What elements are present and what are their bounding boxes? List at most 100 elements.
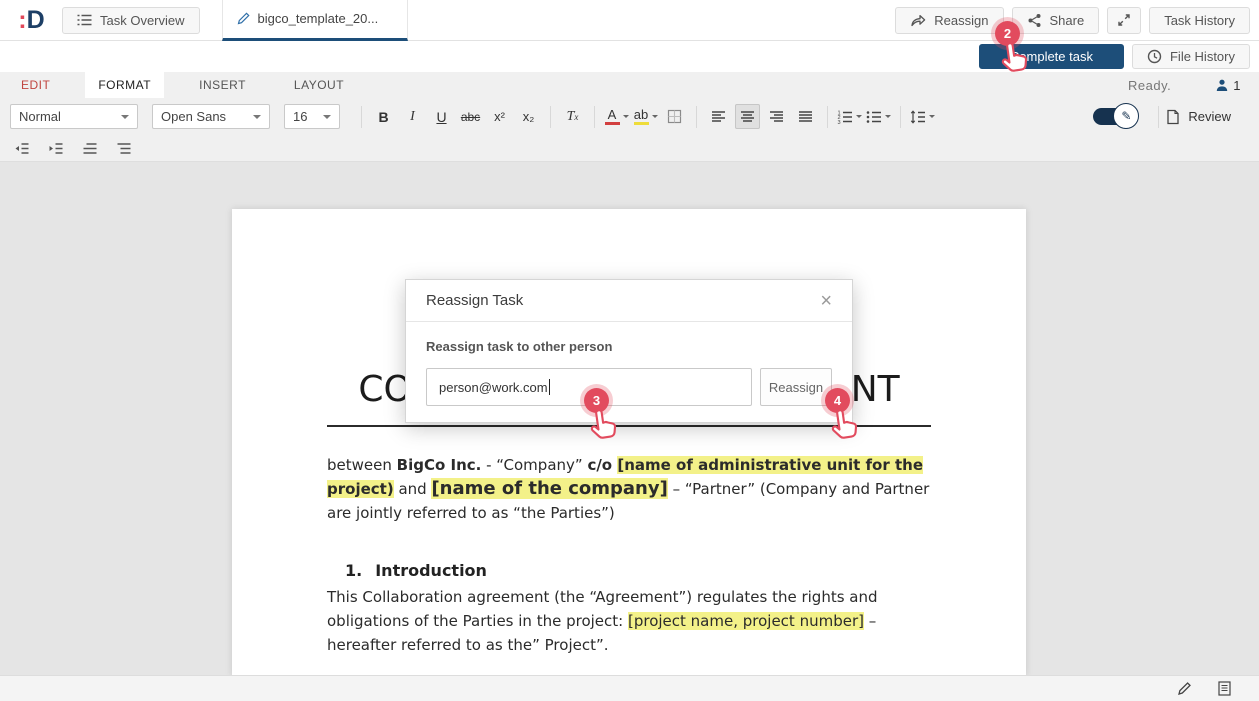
expand-icon (1117, 13, 1131, 27)
document-tab-label: bigco_template_20... (258, 11, 379, 26)
toolbar-separator (827, 106, 828, 128)
reassign-label: Reassign (934, 13, 988, 28)
align-right-icon (769, 110, 784, 124)
align-center-button[interactable] (735, 104, 760, 129)
pencil-icon (237, 12, 250, 25)
person-icon (1215, 78, 1229, 92)
modal-title: Reassign Task (426, 292, 523, 309)
text-caret (549, 379, 550, 395)
logo-letter: D (27, 6, 44, 35)
ready-status: Ready. (1128, 78, 1171, 93)
font-family-select[interactable]: Open Sans (152, 104, 270, 129)
ribbon-tab-bar: EDIT FORMAT INSERT LAYOUT Ready. 1 (0, 72, 1259, 98)
document-outline-icon[interactable] (1218, 681, 1231, 696)
format-toolbar: Normal Open Sans 16 B I U abc x² x₂ Tx A… (0, 98, 1259, 135)
highlight-swatch (634, 122, 649, 125)
topbar-actions: Reassign Share Task History (895, 7, 1259, 34)
bold-button[interactable]: B (371, 104, 396, 129)
font-size-value: 16 (293, 109, 307, 124)
font-size-select[interactable]: 16 (284, 104, 340, 129)
reassign-form-row: person@work.com Reassign (426, 368, 832, 406)
review-page-icon (1166, 109, 1180, 125)
review-button[interactable]: Review (1166, 109, 1231, 125)
highlight-label: ab (634, 108, 648, 121)
italic-button[interactable]: I (400, 104, 425, 129)
subscript-button[interactable]: x₂ (516, 104, 541, 129)
font-color-button[interactable]: A (604, 104, 629, 129)
share-label: Share (1050, 13, 1085, 28)
toolbar-separator (594, 106, 595, 128)
indent-decrease-icon (14, 142, 30, 155)
toolbar-separator (1158, 106, 1159, 128)
reassign-button[interactable]: Reassign (895, 7, 1003, 34)
align-right-button[interactable] (764, 104, 789, 129)
superscript-button[interactable]: x² (487, 104, 512, 129)
paragraph-style-select[interactable]: Normal (10, 104, 138, 129)
file-history-button[interactable]: File History (1132, 44, 1250, 69)
share-nodes-icon (1027, 13, 1042, 28)
close-icon[interactable]: × (820, 291, 832, 311)
first-line-indent-button[interactable] (82, 142, 98, 155)
placeholder-project-name: [project name, project number] (628, 612, 864, 630)
bullet-list-icon (866, 110, 882, 124)
user-count: 1 (1233, 78, 1241, 93)
tab-layout[interactable]: LAYOUT (281, 72, 357, 98)
step-badge-4: 4 (825, 388, 858, 445)
dropdown-caret-icon (121, 115, 129, 119)
reassign-submit-label: Reassign (769, 380, 823, 395)
logo-colon: : (18, 6, 25, 35)
tab-format[interactable]: FORMAT (85, 72, 164, 98)
hanging-indent-button[interactable] (116, 142, 132, 155)
dropdown-caret-icon (856, 115, 862, 118)
reassign-submit-button[interactable]: Reassign (760, 368, 832, 406)
paragraph-parties: between BigCo Inc. - “Company” c/o [name… (327, 453, 931, 525)
file-history-label: File History (1170, 49, 1235, 64)
indent-decrease-button[interactable] (14, 142, 30, 155)
heading-text: Introduction (375, 561, 487, 580)
step-badge-2: 2 (995, 21, 1028, 78)
font-family-value: Open Sans (161, 109, 226, 124)
active-users[interactable]: 1 (1215, 78, 1241, 93)
indent-increase-button[interactable] (48, 142, 64, 155)
underline-button[interactable]: U (429, 104, 454, 129)
toolbar-separator (361, 106, 362, 128)
dropdown-caret-icon (885, 115, 891, 118)
document-tab[interactable]: bigco_template_20... (222, 0, 408, 41)
toggle-pencil-icon: ✎ (1113, 103, 1139, 129)
expand-button[interactable] (1107, 7, 1141, 34)
track-changes-toggle[interactable]: ✎ (1093, 108, 1129, 125)
placeholder-company-name: [name of the company] (431, 478, 667, 499)
dropdown-caret-icon (253, 115, 261, 119)
clear-formatting-button[interactable]: Tx (560, 104, 585, 129)
brand-logo[interactable]: : D (0, 6, 62, 35)
action-bar: Complete task File History (0, 41, 1259, 72)
task-history-button[interactable]: Task History (1149, 7, 1250, 34)
heading-number: 1. (345, 561, 362, 580)
dropdown-caret-icon (929, 115, 935, 118)
numbered-list-button[interactable]: 123 (837, 104, 862, 129)
toolbar-separator (550, 106, 551, 128)
text-run: and (394, 480, 432, 498)
font-color-label: A (608, 108, 617, 121)
app-window: : D Task Overview bigco_template_20... R… (0, 0, 1259, 701)
step-badge-3: 3 (584, 388, 617, 445)
paragraph-style-value: Normal (19, 109, 61, 124)
tab-edit[interactable]: EDIT (8, 72, 63, 98)
task-overview-button[interactable]: Task Overview (62, 7, 200, 34)
line-spacing-button[interactable] (910, 104, 935, 129)
strikethrough-button[interactable]: abc (458, 104, 483, 129)
highlight-color-button[interactable]: ab (633, 104, 658, 129)
font-color-swatch (605, 122, 620, 125)
reassign-label: Reassign task to other person (426, 339, 832, 354)
page-content: COLLABORATION AGREEMENT between BigCo In… (232, 209, 1026, 657)
align-left-button[interactable] (706, 104, 731, 129)
justify-icon (798, 110, 813, 124)
justify-button[interactable] (793, 104, 818, 129)
hand-cursor-icon (585, 406, 619, 442)
toolbar-separator (900, 106, 901, 128)
tab-insert[interactable]: INSERT (186, 72, 259, 98)
toolbar-separator (696, 106, 697, 128)
borders-button[interactable] (662, 104, 687, 129)
edit-pencil-icon[interactable] (1177, 681, 1192, 696)
bullet-list-button[interactable] (866, 104, 891, 129)
